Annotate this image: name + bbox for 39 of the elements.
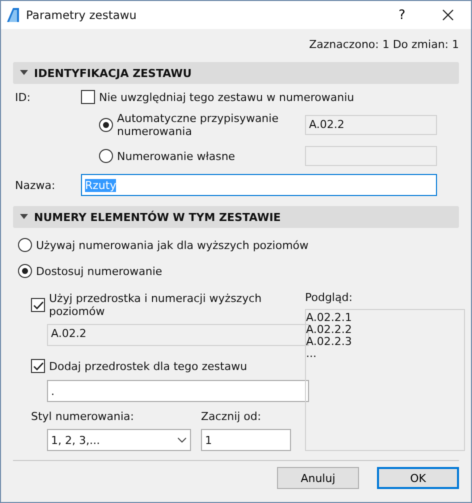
preview-line: A.02.2.3: [306, 336, 353, 348]
section-title: IDENTYFIKACJA ZESTAWU: [34, 66, 192, 80]
checkbox-label: Nie uwzględniaj tego zestawu w numerowaniu: [99, 90, 354, 104]
checkbox[interactable]: [31, 298, 45, 312]
chevron-down-icon: [177, 437, 187, 443]
checkbox-label: Dodaj przedrostek dla tego zestawu: [49, 360, 248, 372]
app-logo-icon: [6, 7, 20, 23]
radio-label: Używaj numerowania jak dla wyższych poziomów: [36, 238, 309, 252]
start-field[interactable]: 1: [201, 429, 291, 451]
name-label: Nazwa:: [15, 178, 56, 192]
section-title: NUMERY ELEMENTÓW W TYM ZESTAWIE: [34, 210, 281, 224]
dialog-button[interactable]: Anuluj: [277, 467, 359, 489]
radio-label: Numerowanie własne: [117, 150, 236, 162]
dropdown-value: 1, 2, 3,...: [51, 434, 100, 446]
checkbox[interactable]: [31, 359, 45, 373]
preview-line: A.02.2.1: [306, 312, 353, 324]
start-label: Zacznij od:: [201, 410, 262, 424]
radio-button[interactable]: [18, 264, 32, 278]
radio-button[interactable]: [18, 238, 32, 252]
numbering-style-dropdown[interactable]: 1, 2, 3,...: [47, 429, 191, 451]
id-label: ID:: [15, 90, 32, 104]
readonly-field: A.02.2: [305, 115, 437, 135]
checkbox[interactable]: [81, 90, 95, 104]
radio-button[interactable]: [99, 149, 113, 163]
preview-label: Podgląd:: [305, 291, 354, 305]
style-label: Styl numerowania:: [31, 410, 136, 424]
radio-label: Automatyczne przypisywanie numerowania: [117, 112, 280, 138]
prefix-input[interactable]: .: [47, 380, 309, 402]
radio-button[interactable]: [99, 118, 113, 132]
window-title: Parametry zestawu: [26, 8, 138, 22]
dialog-button[interactable]: OK: [377, 467, 459, 489]
preview-line: A.02.2.2: [306, 324, 353, 336]
radio-label: Dostosuj numerowanie: [36, 264, 162, 278]
checkmark-icon: [32, 300, 44, 310]
help-button[interactable]: ?: [379, 1, 425, 29]
close-icon: [442, 9, 454, 21]
preview-line: ...: [306, 348, 318, 360]
selection-status: Zaznaczono: 1 Do zmian: 1: [309, 38, 459, 52]
checkmark-icon: [32, 362, 44, 370]
